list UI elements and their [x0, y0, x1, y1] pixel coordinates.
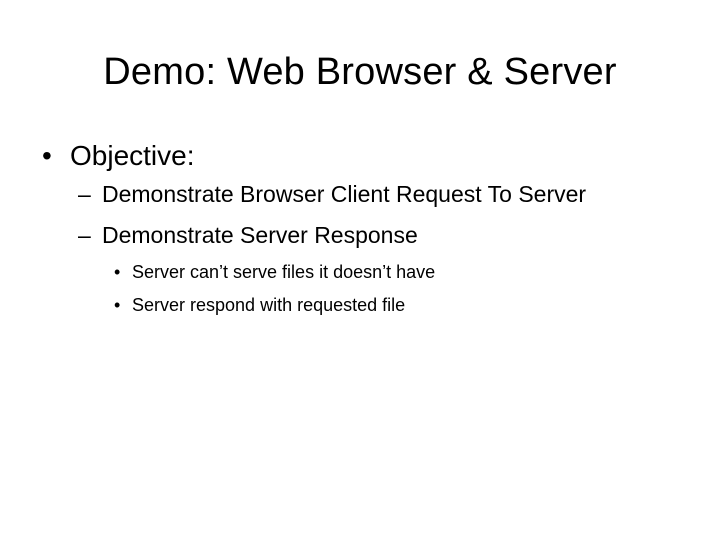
bullet-objective: • Objective: [42, 136, 195, 176]
sub-bullet-server-response: – Demonstrate Server Response [78, 218, 418, 252]
bullet-text: Objective: [70, 140, 195, 171]
sub-sub-bullet-text: Server respond with requested file [132, 295, 406, 315]
sub-bullet-text: Demonstrate Browser Client Request To Se… [102, 181, 587, 207]
sub-bullet-text: Demonstrate Server Response [102, 222, 418, 248]
slide: Demo: Web Browser & Server • Objective: –… [0, 0, 720, 540]
bullet-marker: • [114, 295, 121, 315]
sub-sub-bullet-requested-file: • Server respond with requested file [114, 291, 405, 319]
dash-marker: – [78, 181, 91, 207]
bullet-marker: • [42, 140, 52, 171]
sub-bullet-client-request: – Demonstrate Browser Client Request To S… [78, 177, 586, 211]
sub-sub-bullet-missing-files: • Server can’t serve files it doesn’t hav… [114, 258, 435, 286]
sub-sub-bullet-text: Server can’t serve files it doesn’t have [132, 262, 436, 282]
bullet-marker: • [114, 262, 121, 282]
slide-content: • Objective: – Demonstrate Browser Client … [0, 0, 720, 540]
dash-marker: – [78, 222, 91, 248]
